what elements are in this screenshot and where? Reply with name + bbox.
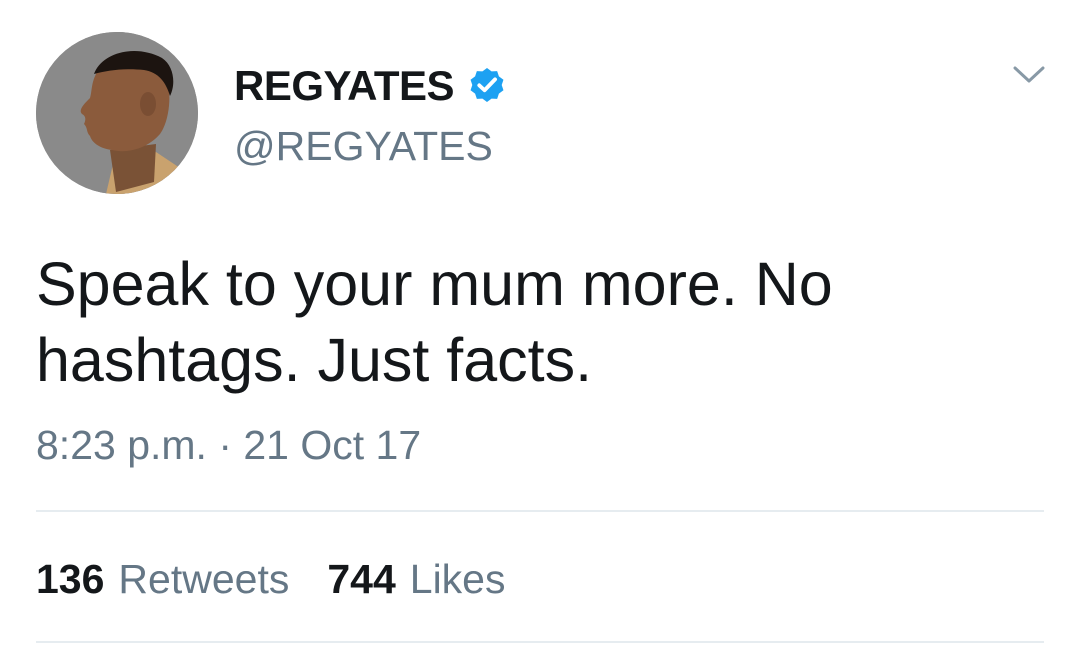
- timestamp[interactable]: 8:23 p.m. · 21 Oct 17: [36, 420, 421, 470]
- avatar[interactable]: [36, 32, 198, 194]
- divider: [36, 510, 1044, 512]
- retweets-stat[interactable]: 136 Retweets: [36, 554, 289, 604]
- engagement-stats: 136 Retweets 744 Likes: [36, 554, 543, 604]
- likes-stat[interactable]: 744 Likes: [327, 554, 505, 604]
- tweet-text: Speak to your mum more. No hashtags. Jus…: [36, 250, 833, 394]
- likes-count: 744: [327, 556, 396, 602]
- verified-badge-icon: [470, 68, 504, 102]
- retweets-count: 136: [36, 556, 105, 602]
- profile-photo-icon: [36, 32, 198, 194]
- retweets-label: Retweets: [118, 556, 290, 602]
- handle[interactable]: @REGYATES: [234, 122, 493, 170]
- chevron-down-icon[interactable]: [1012, 64, 1046, 86]
- tweet-card: REGYATES @REGYATES Speak to your mum mor…: [0, 0, 1080, 658]
- display-name[interactable]: REGYATES: [234, 62, 455, 110]
- divider: [36, 641, 1044, 643]
- likes-label: Likes: [409, 556, 506, 602]
